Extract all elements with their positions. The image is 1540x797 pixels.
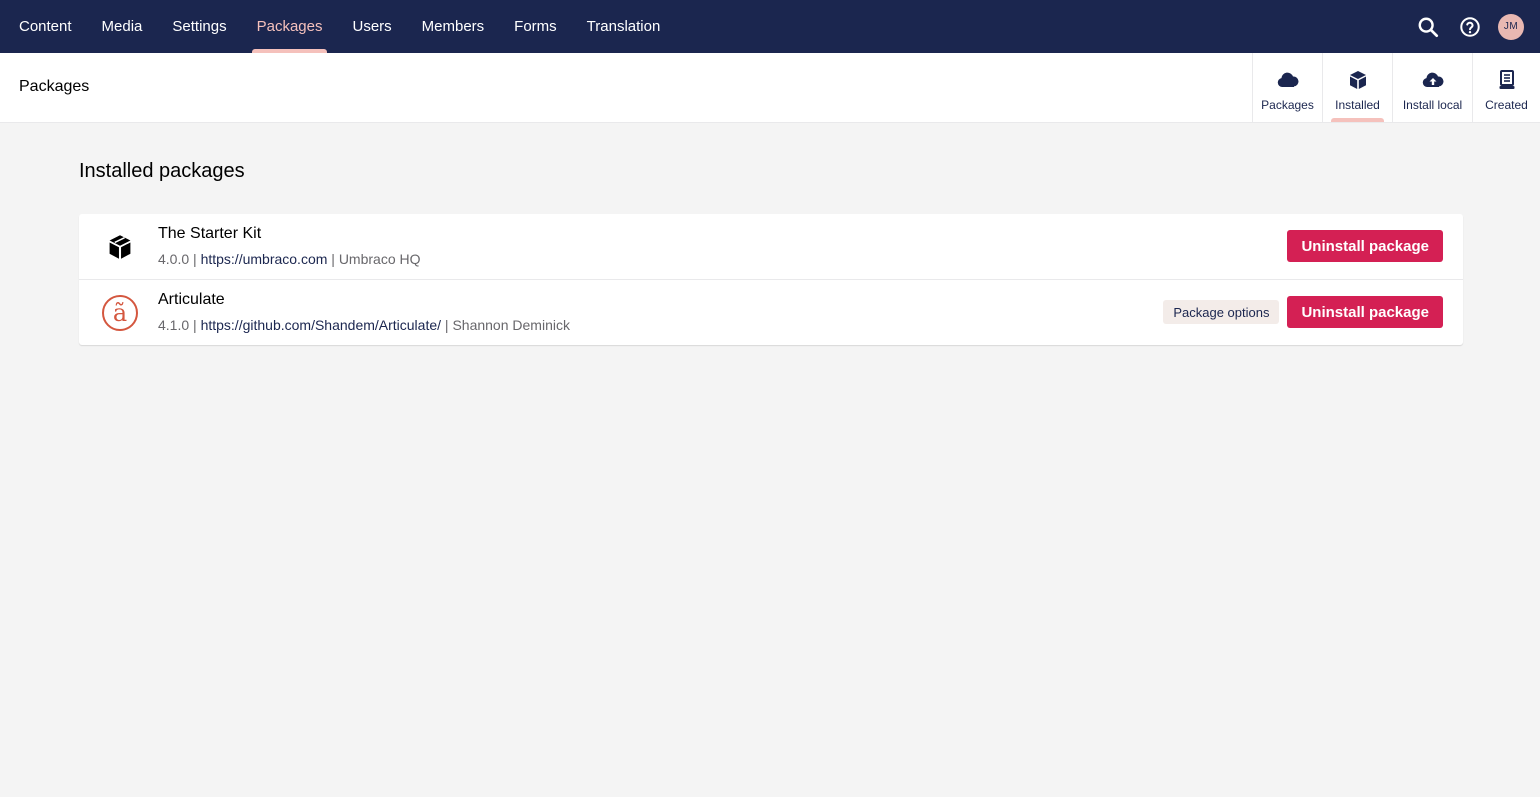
articulate-logo-glyph: ã xyxy=(102,295,138,331)
app-label: Install local xyxy=(1402,98,1463,112)
package-actions: Uninstall package xyxy=(1287,230,1443,262)
package-meta: 4.0.0 | https://umbraco.com | Umbraco HQ xyxy=(158,251,421,267)
box-icon xyxy=(99,229,141,265)
main-sections-nav: Content Media Settings Packages Users Me… xyxy=(0,0,675,53)
uninstall-package-button[interactable]: Uninstall package xyxy=(1287,296,1443,328)
articulate-logo: ã xyxy=(99,295,141,331)
package-meta: 4.1.0 | https://github.com/Shandem/Artic… xyxy=(158,317,570,333)
package-row-starter-kit: The Starter Kit 4.0.0 | https://umbraco.… xyxy=(79,214,1463,280)
nav-item-translation[interactable]: Translation xyxy=(572,0,676,53)
search-icon[interactable] xyxy=(1414,13,1442,41)
package-row-articulate: ã Articulate 4.1.0 | https://github.com/… xyxy=(79,280,1463,345)
help-icon[interactable] xyxy=(1456,13,1484,41)
package-actions: Package options Uninstall package xyxy=(1163,296,1443,328)
app-created[interactable]: Created xyxy=(1472,53,1540,122)
cloud-upload-icon xyxy=(1422,70,1444,90)
package-version: 4.0.0 xyxy=(158,251,190,267)
uninstall-package-button[interactable]: Uninstall package xyxy=(1287,230,1443,262)
nav-item-content[interactable]: Content xyxy=(4,0,87,53)
separator: | xyxy=(193,251,201,267)
app-label: Packages xyxy=(1261,98,1314,112)
nav-item-forms[interactable]: Forms xyxy=(499,0,572,53)
topbar-actions: JM xyxy=(1414,0,1524,53)
package-options-button[interactable]: Package options xyxy=(1163,300,1280,324)
installed-packages-list: The Starter Kit 4.0.0 | https://umbraco.… xyxy=(79,214,1463,345)
app-install-local[interactable]: Install local xyxy=(1392,53,1472,122)
section-title: Installed packages xyxy=(79,160,245,182)
package-url: https://umbraco.com xyxy=(200,251,328,267)
package-url: https://github.com/Shandem/Articulate/ xyxy=(200,317,442,333)
package-author: Umbraco HQ xyxy=(338,251,421,267)
section-header: Packages Packages Installed Install loca… xyxy=(0,53,1540,123)
page-title: Packages xyxy=(19,78,90,95)
app-label: Created xyxy=(1485,98,1528,112)
separator: | xyxy=(193,317,201,333)
app-installed[interactable]: Installed xyxy=(1322,53,1392,122)
nav-item-users[interactable]: Users xyxy=(337,0,406,53)
box-icon xyxy=(1348,70,1368,90)
nav-item-packages[interactable]: Packages xyxy=(242,0,338,53)
nav-item-members[interactable]: Members xyxy=(407,0,500,53)
cloud-icon xyxy=(1277,70,1299,90)
sub-apps: Packages Installed Install local Created xyxy=(1252,53,1540,122)
document-stack-icon xyxy=(1499,70,1515,90)
nav-item-settings[interactable]: Settings xyxy=(157,0,241,53)
package-name: The Starter Kit xyxy=(158,225,262,242)
app-packages[interactable]: Packages xyxy=(1252,53,1322,122)
package-name: Articulate xyxy=(158,291,225,308)
package-version: 4.1.0 xyxy=(158,317,190,333)
separator: | xyxy=(331,251,339,267)
nav-item-media[interactable]: Media xyxy=(87,0,158,53)
user-avatar[interactable]: JM xyxy=(1498,13,1524,40)
app-label: Installed xyxy=(1335,98,1380,112)
package-author: Shannon Deminick xyxy=(452,317,570,333)
top-navigation-bar: Content Media Settings Packages Users Me… xyxy=(0,0,1540,53)
